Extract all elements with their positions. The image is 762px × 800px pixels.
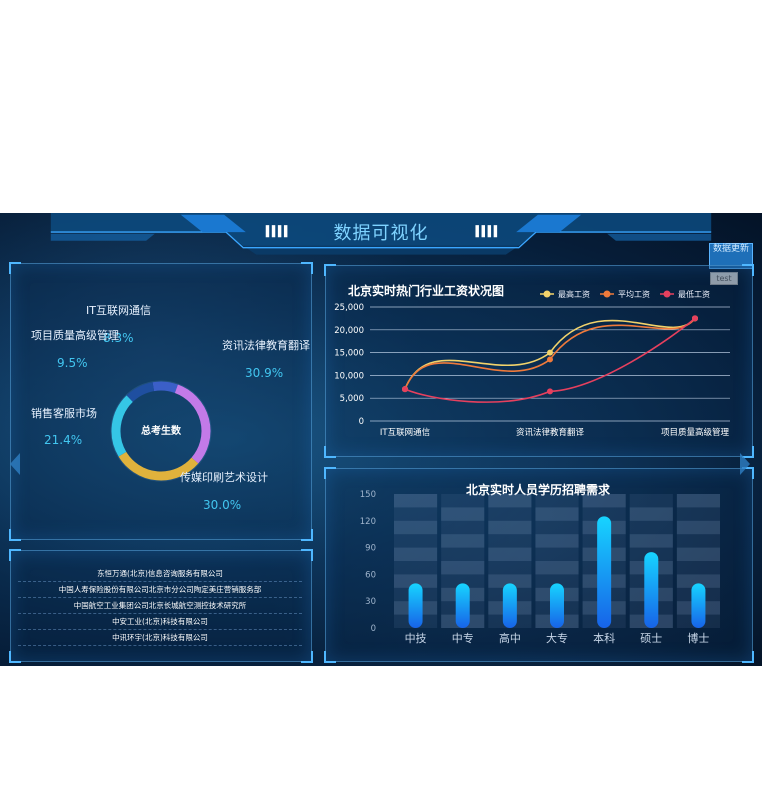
x-tick-label: 高中 [499, 631, 521, 645]
left-arrow-icon[interactable] [8, 451, 22, 477]
y-tick-label: 0 [371, 624, 376, 634]
dashboard: 数据可视化 数据更新 test 总考生数 IT互联网通信 8.3% 资讯法律教育… [0, 213, 762, 666]
y-tick-label: 120 [360, 517, 376, 527]
y-tick-label: 60 [365, 570, 376, 580]
education-bar-chart: 北京实时人员学历招聘需求 0306090120150中技 中专 高中 大专 本科 硕士 博士 [360, 482, 720, 645]
x-tick-label: 本科 [593, 631, 615, 645]
bar [502, 583, 517, 628]
x-tick-label: 中技 [405, 632, 427, 645]
bar [644, 552, 659, 628]
bar [455, 583, 470, 628]
y-tick-label: 150 [360, 490, 376, 500]
x-tick-label: 博士 [687, 632, 709, 645]
x-tick-label: 中专 [452, 631, 474, 645]
y-tick-label: 30 [365, 597, 376, 607]
x-tick-label: 大专 [546, 631, 568, 645]
bar [550, 583, 564, 628]
bar [597, 516, 612, 628]
bar [408, 583, 423, 628]
right-arrow-icon[interactable] [738, 451, 752, 477]
y-tick-label: 90 [365, 544, 376, 554]
x-tick-label: 硕士 [640, 632, 662, 645]
bar [691, 583, 706, 628]
